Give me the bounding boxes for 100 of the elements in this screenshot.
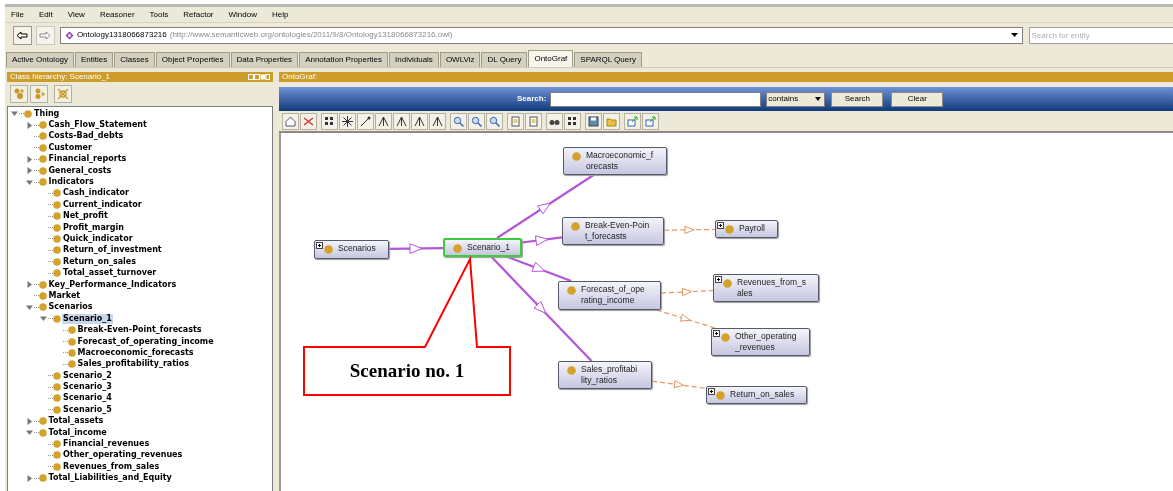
tab[interactable]: Classes (114, 52, 155, 67)
toolbar-button[interactable] (375, 112, 392, 130)
tree-item[interactable]: Total_income (47, 427, 108, 438)
tree-item[interactable]: Net_profit (62, 211, 109, 222)
tree-item[interactable]: Scenario_4 (62, 393, 113, 404)
class-node[interactable]: Scenario_1 (443, 238, 522, 257)
expanded-triangle-icon[interactable] (40, 315, 47, 323)
expand-plus-icon[interactable] (717, 222, 724, 229)
tab[interactable]: SPARQL Query (574, 52, 642, 67)
tree-item[interactable]: Thing (33, 108, 61, 119)
clear-button[interactable]: Clear (891, 91, 944, 107)
tree-item[interactable]: Quick_indicator (62, 234, 134, 244)
tree-item[interactable]: Indicators (47, 177, 95, 188)
tree-item[interactable]: Key_Performance_Indicators (47, 279, 178, 290)
search-button[interactable]: Search (831, 91, 884, 107)
tree-item[interactable]: Total_Liabilities_and_Equity (47, 473, 173, 484)
menu-item[interactable]: File (10, 8, 25, 21)
tree-item[interactable]: Cash_Flow_Statement (47, 120, 148, 131)
tab[interactable]: Active Ontology (6, 52, 75, 67)
menu-item[interactable]: Refactor (182, 8, 215, 21)
ontology-address-field[interactable]: Ontology1318066873216 (http://www.semanticweb.org/ontologies/2011/9/8/Ontology1318066873216.owl) (59, 26, 1023, 44)
tree-item[interactable]: Market (47, 290, 82, 301)
collapsed-triangle-icon[interactable] (25, 167, 33, 175)
tab[interactable]: Annotation Properties (299, 52, 389, 67)
tree-item[interactable]: General_costs (47, 165, 113, 176)
back-button[interactable] (13, 25, 32, 45)
collapsed-triangle-icon[interactable] (25, 474, 33, 482)
tree-item[interactable]: Scenario_5 (62, 404, 113, 415)
expanded-triangle-icon[interactable] (25, 303, 33, 311)
class-node[interactable]: Scenarios (314, 240, 389, 259)
toolbar-button[interactable] (564, 112, 581, 130)
expanded-triangle-icon[interactable] (25, 178, 33, 186)
tree-item[interactable]: Scenarios (47, 302, 94, 313)
toolbar-button[interactable] (585, 112, 602, 130)
class-node[interactable]: Break-Even-Poin t_forecasts (562, 217, 664, 245)
menu-item[interactable]: Reasoner (98, 8, 136, 21)
menu-item[interactable]: Tools (148, 8, 170, 21)
menu-item[interactable]: Edit (37, 8, 54, 21)
tab[interactable]: Individuals (389, 52, 439, 67)
tree-item[interactable]: Sales_profitability_ratios (76, 359, 191, 370)
tree-item[interactable]: Break-Even-Point_forecasts (76, 325, 203, 336)
expanded-triangle-icon[interactable] (11, 110, 18, 118)
toolbar-button[interactable] (411, 112, 428, 130)
entity-search-field[interactable]: Search for entity (1028, 26, 1173, 44)
collapsed-triangle-icon[interactable] (25, 417, 33, 425)
expand-plus-icon[interactable] (713, 330, 720, 337)
panel-controls-icon[interactable] (248, 74, 270, 80)
add-sibling-button[interactable] (30, 85, 48, 103)
tree-item[interactable]: Current_indicator (62, 199, 143, 210)
toolbar-button[interactable] (393, 112, 410, 130)
tree-item[interactable]: Revenues_from_sales (62, 461, 161, 472)
class-node[interactable]: Sales_profitabi lity_ratios (558, 361, 652, 389)
dropdown-arrow-icon[interactable] (1010, 33, 1018, 37)
expand-plus-icon[interactable] (708, 388, 715, 395)
toolbar-button[interactable] (339, 112, 356, 130)
tree-item[interactable]: Costs-Bad_debts (47, 131, 125, 142)
tree-item[interactable]: Total_asset_turnover (62, 268, 158, 279)
tab[interactable]: OntoGraf (528, 50, 574, 67)
tree-item[interactable]: Return_of_investment (62, 245, 163, 256)
class-node[interactable]: Payroll (715, 220, 778, 238)
expand-plus-icon[interactable] (715, 276, 722, 283)
tree-item[interactable]: Scenario_1 (62, 313, 113, 324)
tree-item[interactable]: Financial_revenues (62, 439, 151, 449)
tree-item[interactable]: Customer (47, 142, 93, 153)
tree-item[interactable]: Other_operating_revenues (62, 450, 184, 461)
toolbar-button[interactable] (429, 112, 446, 130)
menu-item[interactable]: Window (227, 8, 258, 21)
add-subclass-button[interactable] (10, 85, 28, 103)
class-node[interactable]: Macroeconomic_f orecasts (563, 147, 667, 175)
menu-item[interactable]: View (66, 8, 86, 21)
collapsed-triangle-icon[interactable] (25, 281, 33, 289)
toolbar-button[interactable] (546, 112, 563, 130)
expanded-triangle-icon[interactable] (25, 429, 33, 437)
tree-item[interactable]: Financial_reports (47, 154, 128, 165)
tree-item[interactable]: Return_on_sales (62, 256, 138, 267)
tab[interactable]: DL Query (481, 52, 528, 67)
toolbar-button[interactable] (321, 112, 338, 130)
delete-class-button[interactable] (54, 85, 72, 103)
match-mode-dropdown[interactable]: contains (766, 91, 826, 107)
expand-plus-icon[interactable] (316, 242, 323, 249)
class-node[interactable]: Forecast_of_ope rating_income (558, 281, 661, 310)
tree-item[interactable]: Scenario_3 (62, 382, 113, 393)
tree-item[interactable]: Macroeconomic_forecasts (76, 347, 195, 358)
collapsed-triangle-icon[interactable] (25, 155, 33, 163)
class-node[interactable]: Return_on_sales (706, 386, 807, 404)
class-node[interactable]: Other_operating _revenues (711, 328, 810, 356)
tree-item[interactable]: Cash_indicator (62, 188, 131, 199)
tree-item[interactable]: Profit_margin (62, 222, 125, 233)
class-node[interactable]: Revenues_from_s ales (713, 274, 819, 302)
collapsed-triangle-icon[interactable] (25, 121, 33, 129)
tab[interactable]: Object Properties (155, 52, 230, 67)
tree-item[interactable]: Total_assets (47, 416, 105, 427)
tree-item[interactable]: Forecast_of_operating_income (76, 336, 215, 347)
toolbar-button[interactable] (357, 112, 374, 130)
tab[interactable]: Entities (75, 52, 114, 67)
tab[interactable]: OWLViz (439, 52, 481, 67)
menu-item[interactable]: Help (270, 8, 290, 21)
tree-item[interactable]: Scenario_2 (62, 370, 113, 381)
graph-search-field[interactable] (550, 91, 762, 107)
tab[interactable]: Data Properties (230, 52, 299, 67)
